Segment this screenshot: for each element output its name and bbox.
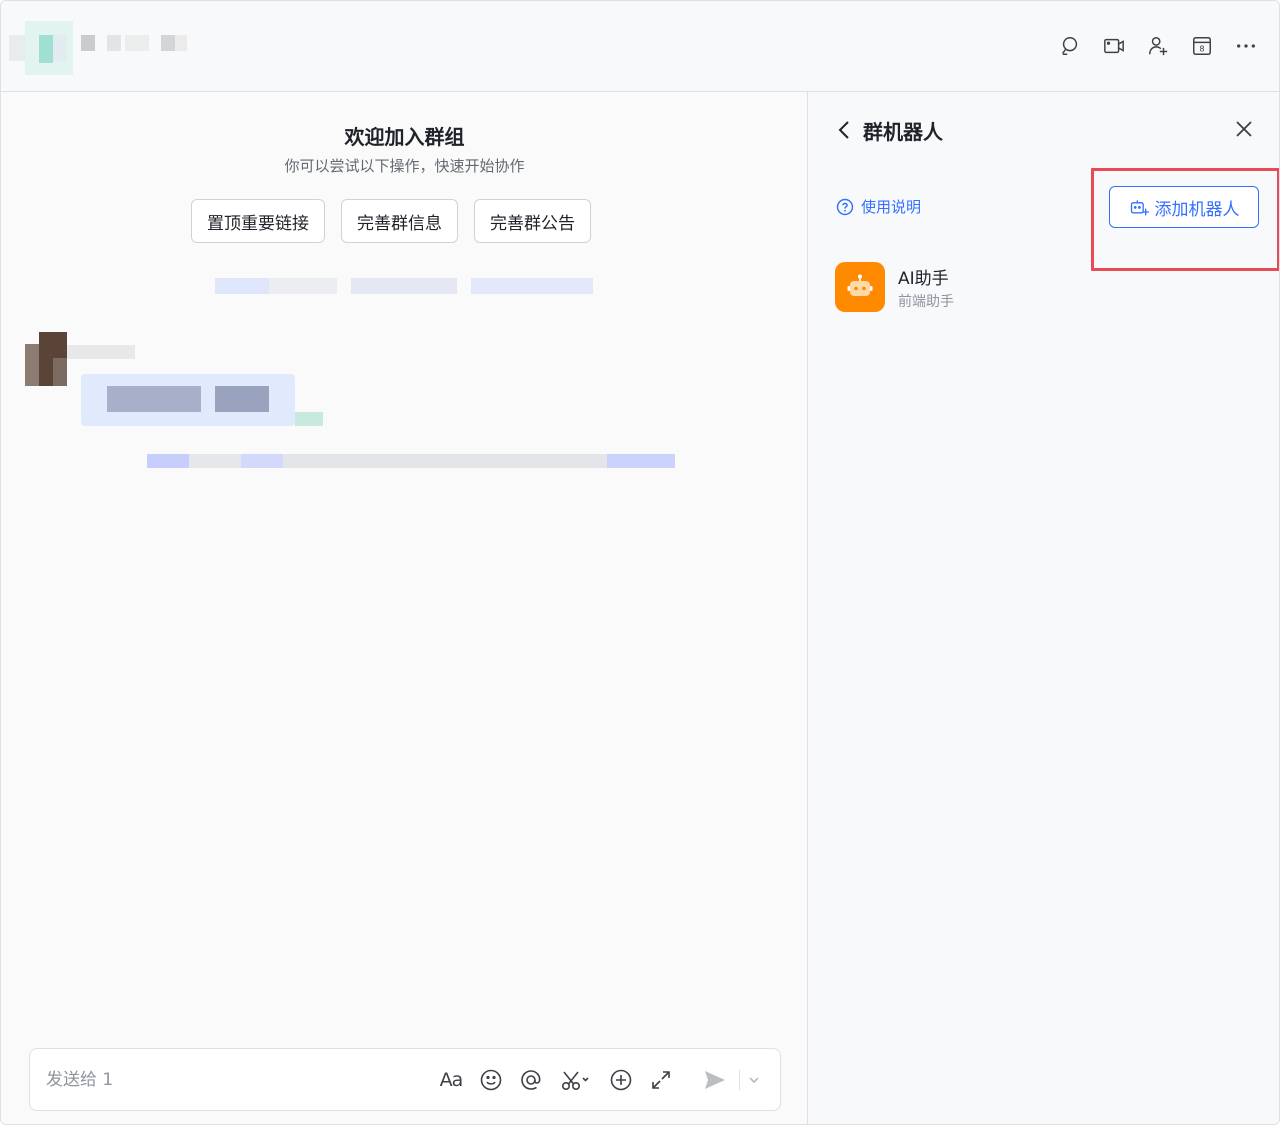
send-button[interactable] [701,1066,729,1094]
help-icon [836,198,854,215]
send-divider [739,1070,740,1090]
composer-toolbar: Aa [438,1065,674,1095]
video-call-icon [1104,38,1124,54]
chat-window: 8 欢迎加入群组 你可以尝试以下操作，快速开始协作 置顶重要链接 完善群信息 完… [0,0,1280,1125]
header-actions: 8 [1057,31,1259,61]
send-options-button[interactable] [746,1068,762,1092]
panel-title: 群机器人 [863,120,943,144]
add-button[interactable] [608,1066,634,1094]
help-link-label: 使用说明 [861,198,922,216]
close-panel-button[interactable] [1233,118,1255,140]
message-composer: Aa [29,1048,781,1111]
calendar-icon: 8 [1193,37,1211,55]
robot-icon [847,274,873,296]
bot-avatar [835,262,885,312]
back-button[interactable] [837,118,857,142]
emoji-button[interactable] [478,1066,504,1094]
welcome-subtitle: 你可以尝试以下操作，快速开始协作 [284,157,525,175]
video-call-button[interactable] [1101,33,1127,59]
bot-description: 前端助手 [898,294,954,310]
help-link[interactable]: 使用说明 [836,196,921,217]
screenshot-icon [561,1071,589,1091]
mention-icon [521,1070,541,1090]
expand-button[interactable] [648,1066,674,1094]
text-format-button[interactable]: Aa [438,1066,464,1094]
chat-area: 欢迎加入群组 你可以尝试以下操作，快速开始协作 置顶重要链接 完善群信息 完善群… [1,92,808,1124]
group-info-button[interactable]: 完善群信息 [341,199,458,243]
add-member-icon [1149,37,1168,56]
group-notice-button[interactable]: 完善群公告 [474,199,591,243]
bot-list-item[interactable]: AI助手 前端助手 [835,262,1255,314]
add-bot-button[interactable]: 添加机器人 [1109,186,1259,228]
add-member-button[interactable] [1145,33,1171,59]
group-bots-panel: 群机器人 使用说明 添加机器人 AI助手 前端助手 [809,92,1279,1124]
screenshot-button[interactable] [558,1066,594,1094]
message-input[interactable] [46,1067,406,1093]
chevron-left-icon [838,121,849,139]
bot-name: AI助手 [898,269,949,289]
welcome-title: 欢迎加入群组 [344,125,465,149]
pin-link-button[interactable]: 置顶重要链接 [191,199,325,243]
more-button[interactable] [1233,33,1259,59]
more-icon [1237,44,1255,48]
expand-icon [652,1071,670,1089]
chat-header: 8 [1,1,1279,92]
close-icon [1236,121,1252,137]
quick-actions: 置顶重要链接 完善群信息 完善群公告 [191,199,591,243]
chevron-down-icon [749,1077,759,1084]
search-icon [1062,37,1078,55]
add-bot-label: 添加机器人 [1154,199,1240,220]
svg-text:8: 8 [1199,44,1204,54]
text-format-icon: Aa [439,1069,464,1091]
add-icon [610,1069,632,1091]
add-bot-icon [1130,200,1149,216]
send-icon [705,1071,725,1089]
calendar-button[interactable]: 8 [1189,33,1215,59]
search-button[interactable] [1057,33,1083,59]
emoji-icon [480,1069,502,1091]
mention-button[interactable] [518,1066,544,1094]
